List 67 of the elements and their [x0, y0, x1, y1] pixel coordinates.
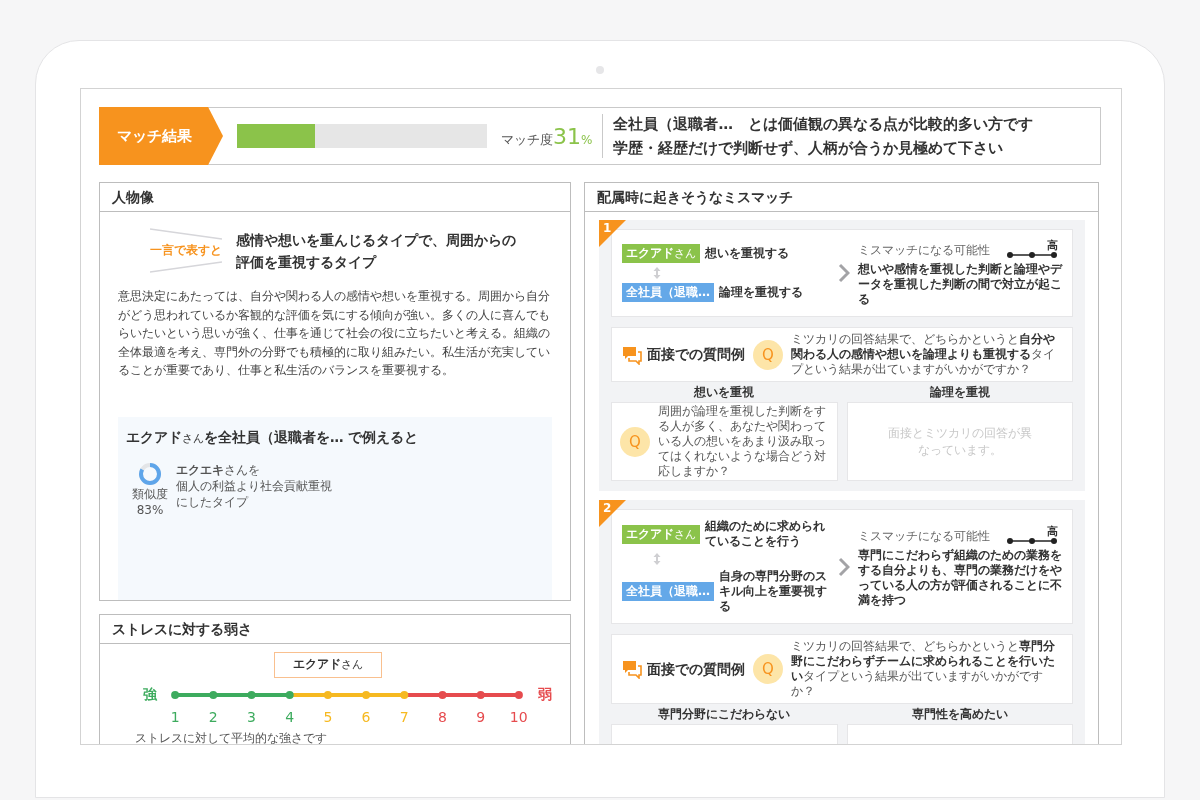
answer-heading: 論理を重視	[928, 384, 991, 401]
person-tag: エクアドさん	[622, 524, 700, 544]
q-badge: Q	[753, 654, 783, 684]
leader-line	[150, 228, 222, 240]
similarity-label: 類似度	[132, 485, 168, 502]
chevron-right-icon	[838, 263, 850, 283]
likelihood-meter-icon	[1006, 537, 1058, 545]
q-badge: Q	[620, 426, 650, 457]
panel-title: 配属時に起きそうなミスマッチ	[585, 183, 1098, 212]
scale-number: 2	[208, 708, 218, 727]
description-text: 意思決定にあたっては、自分や関わる人の感情や想いを重視する。周囲から自分がどう思われているか客観的な評価を気にする傾向が強い。多くの人に喜んでもらいたいという思いが強く、仕事を通じて社会の役に立ちたいと考える。組織の全体最適を考え、専門外の分野でも積極的に取り組みたい。私生活が充実していることが重要であり、仕事と私生活のバランスを重要視する。	[118, 288, 551, 380]
value-text: 論理を重視する	[719, 285, 803, 300]
similarity-value: 83%	[136, 501, 164, 518]
example-title: エクアドさんを全社員（退職者を… で例えると	[126, 428, 420, 447]
answer-heading: 専門性を高めたい	[910, 706, 1009, 723]
likelihood-label: ミスマッチになる可能性	[858, 242, 990, 259]
stress-note: ストレスに対して平均的な強さです	[135, 731, 328, 744]
leader-line	[150, 261, 222, 274]
answer-heading: 専門分野にこだわらない	[657, 706, 792, 723]
question-title: 面接での質問例	[647, 659, 745, 679]
summary-text: 学歴・経歴だけで判断せず、人柄が合うか見極めて下さい	[613, 139, 1005, 159]
match-result-label: マッチ結果	[99, 107, 223, 165]
question-text: ミツカリの回答結果で、どちらかというと自分や関わる人の感情や想いを論理よりも重視するタイプという結果が出ていますがいかがですか？	[791, 332, 1056, 377]
group-tag: 全社員（退職…	[622, 283, 714, 302]
value-text: 想いを重視する	[705, 246, 789, 261]
likelihood-meter-icon	[1006, 251, 1058, 259]
scale-number: 8	[437, 708, 447, 727]
similarity-donut	[138, 461, 162, 486]
outcome-text: 想いや感情を重視した判断と論理やデータを重視した判断の間で対立が起こる	[858, 262, 1062, 307]
scale-number: 1	[170, 708, 180, 727]
answer-text: 周囲が論理を重視した判断をする人が多く、あなたや関わっている人の想いをあまり汲み取ってはくれないような場合どう対応しますか？	[658, 404, 827, 479]
weak-label: 弱	[538, 685, 551, 704]
summary-text: 全社員（退職者… とは価値観の異なる点が比較的多い方です	[613, 115, 1033, 134]
likelihood-value: 高	[1047, 239, 1058, 251]
example-description: 個人の利益より社会貢献重視にしたタイプ	[176, 477, 333, 510]
panel-title: ストレスに対する弱さ	[100, 615, 570, 644]
panel-title: 人物像	[100, 183, 570, 212]
likelihood-label: ミスマッチになる可能性	[858, 528, 990, 545]
scale-number: 4	[285, 708, 295, 727]
scale-number: 9	[476, 708, 486, 727]
scale-number: 5	[323, 708, 333, 727]
chat-bubbles-icon	[622, 659, 642, 679]
camera-dot	[596, 66, 604, 74]
question-title: 面接での質問例	[647, 345, 745, 364]
up-down-arrow-icon	[652, 266, 662, 280]
answer-heading: 想いを重視	[692, 384, 756, 401]
strong-label: 強	[143, 685, 156, 704]
chevron-right-icon	[838, 556, 850, 577]
match-score-label: マッチ度	[501, 131, 553, 147]
scale-number: 10	[509, 708, 528, 727]
scale-number: 7	[399, 708, 409, 727]
tagline-label: 一言で表すと	[150, 242, 222, 259]
up-down-arrow-icon	[652, 552, 662, 566]
outcome-text: 専門にこだわらず組織のための業務をする自分よりも、専門の業務だけをやっている人の方が評価されることに不満を持つ	[858, 548, 1062, 608]
example-person-name: エクエキさんを	[176, 461, 261, 478]
scale-number: 6	[361, 708, 371, 727]
person-tag: エクアドさん	[622, 244, 700, 263]
group-tag: 全社員（退職…	[622, 582, 714, 601]
stress-marker: エクアドさん	[273, 652, 382, 678]
tagline-text: 感情や想いを重んじるタイプで、周囲からの 評価を重視するタイプ	[236, 230, 516, 272]
value-text: 自身の専門分野のスキル向上を重要視する	[719, 569, 828, 614]
q-badge: Q	[753, 339, 783, 370]
scale-number: 3	[247, 708, 256, 727]
value-text: 組織のために求められていることを行う	[705, 519, 826, 549]
chat-bubbles-icon	[622, 344, 642, 365]
likelihood-value: 高	[1047, 525, 1058, 537]
question-text: ミツカリの回答結果で、どちらかというと専門分野にこだわらずチームに求められることを行いたいタイプという結果が出ていますがいかがですか？	[791, 639, 1056, 699]
